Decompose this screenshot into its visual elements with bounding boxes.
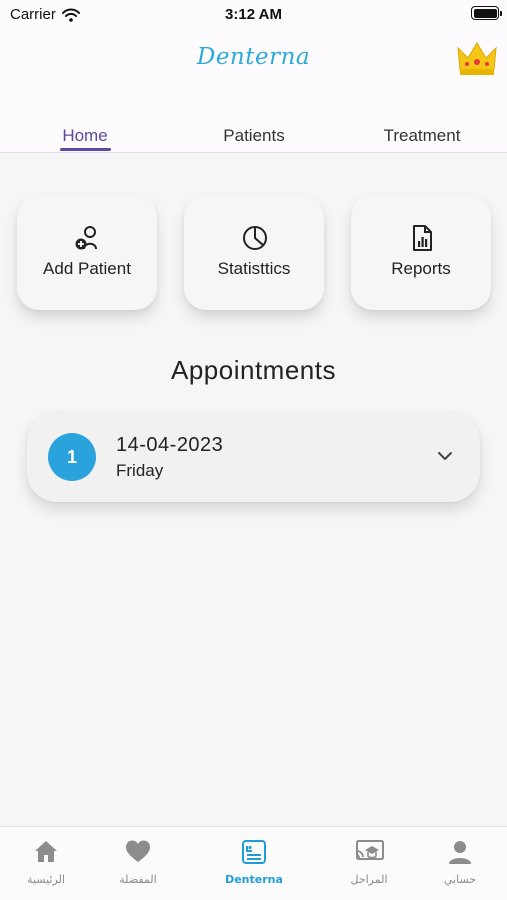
nav-favorites[interactable]: المفضلة	[93, 827, 183, 900]
tab-treatment[interactable]: Treatment	[384, 126, 461, 146]
add-patient-label: Add Patient	[43, 259, 131, 278]
chevron-down-icon[interactable]	[436, 449, 454, 463]
reports-card[interactable]: Reports	[351, 195, 491, 310]
appointment-day: Friday	[116, 461, 164, 480]
nav-denterna-label: Denterna	[225, 873, 283, 886]
bottom-navigation: الرئيسية المفضلة Denterna المراحل حسابي	[0, 826, 507, 900]
status-time: 3:12 AM	[225, 6, 282, 23]
appointment-count-badge: 1	[48, 433, 96, 481]
reports-label: Reports	[391, 259, 451, 278]
profile-icon	[449, 841, 471, 864]
nav-home[interactable]: الرئيسية	[1, 827, 91, 900]
battery-icon	[471, 6, 502, 20]
appointments-title: Appointments	[171, 355, 336, 385]
home-icon	[35, 841, 57, 862]
nav-favorites-label: المفضلة	[119, 873, 157, 886]
statistics-card[interactable]: Statisttics	[184, 195, 324, 310]
statistics-label: Statisttics	[217, 259, 291, 278]
nav-account[interactable]: حسابي	[415, 827, 505, 900]
status-bar: Carrier 3:12 AM	[0, 0, 507, 30]
nav-stages[interactable]: المراحل	[324, 827, 414, 900]
add-patient-card[interactable]: Add Patient	[17, 195, 157, 310]
tab-home[interactable]: Home	[62, 126, 107, 146]
add-user-icon	[75, 226, 97, 250]
nav-denterna[interactable]: Denterna	[209, 827, 299, 900]
nav-stages-label: المراحل	[350, 873, 388, 886]
nav-home-label: الرئيسية	[27, 873, 65, 886]
app-logo: Denterna	[196, 44, 311, 70]
report-file-icon	[413, 225, 432, 251]
app-header: Carrier 3:12 AM Denterna Home Patients T…	[0, 0, 507, 153]
denterna-card-icon	[242, 840, 266, 864]
crown-icon[interactable]	[457, 40, 497, 78]
nav-account-label: حسابي	[443, 873, 477, 886]
appointment-item[interactable]: 1 14-04-2023 Friday	[27, 411, 480, 502]
active-tab-indicator	[60, 148, 111, 151]
tab-patients[interactable]: Patients	[223, 126, 284, 146]
appointment-date: 14-04-2023	[116, 434, 224, 456]
pie-chart-icon	[243, 226, 267, 250]
heart-icon	[126, 840, 150, 862]
stages-icon	[356, 840, 384, 860]
